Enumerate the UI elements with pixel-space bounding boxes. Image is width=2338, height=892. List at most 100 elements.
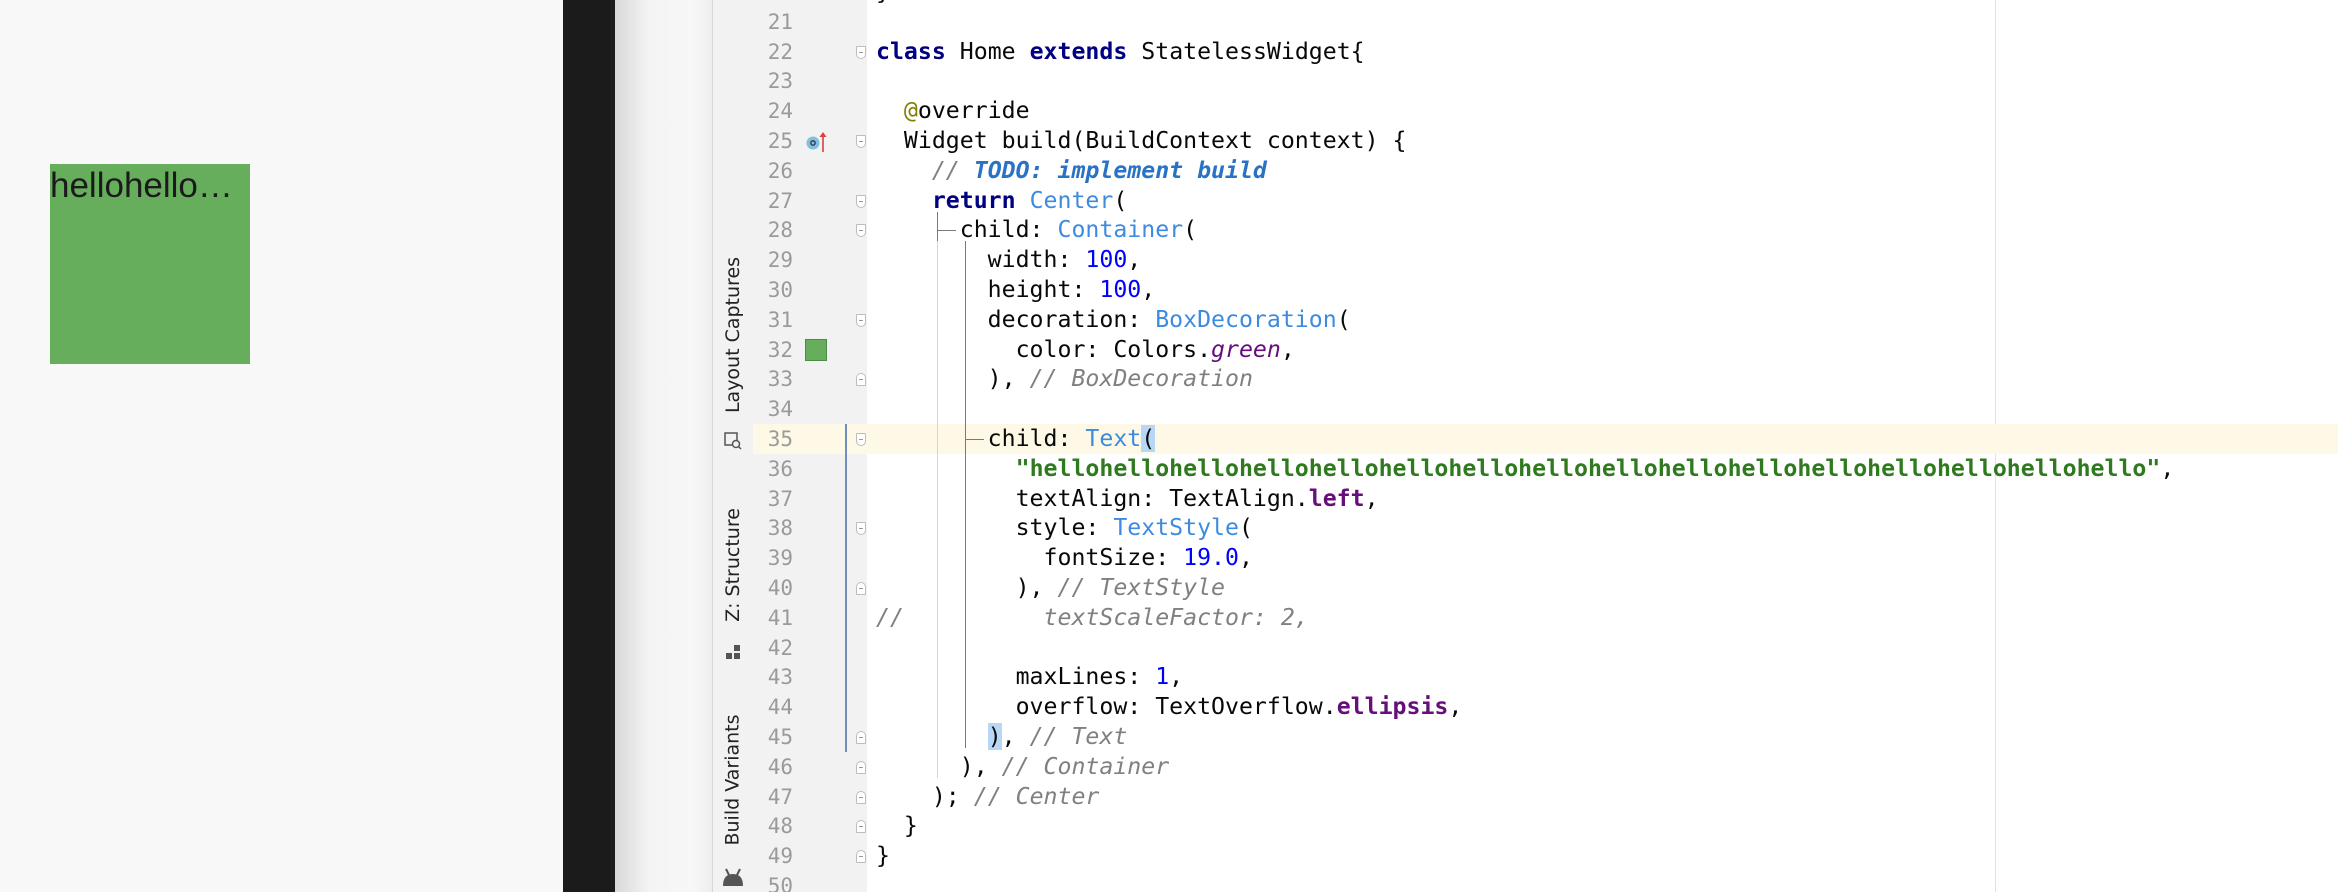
code-line[interactable]: 32 color: Colors.green, xyxy=(753,335,2338,365)
fold-open-icon[interactable] xyxy=(856,224,866,238)
code-line[interactable]: 40 ), // TextStyle xyxy=(753,573,2338,603)
fold-open-icon[interactable] xyxy=(856,135,866,148)
code-line[interactable]: 29 width: 100, xyxy=(753,245,2338,275)
code-token: decoration: xyxy=(876,305,1156,333)
fold-close-icon[interactable] xyxy=(856,731,866,744)
code-line[interactable]: 44 overflow: TextOverflow.ellipsis, xyxy=(753,692,2338,722)
line-number: 36 xyxy=(767,456,793,481)
code-token: textAlign: TextAlign. xyxy=(876,484,1309,512)
code-line[interactable]: 27 return Center( xyxy=(753,186,2338,216)
fold-close-icon[interactable] xyxy=(856,850,866,864)
line-number: 24 xyxy=(767,99,793,124)
line-number: 33 xyxy=(767,367,793,392)
code-text: ), // Text xyxy=(876,722,1127,752)
layout-captures-icon xyxy=(715,428,751,454)
code-text: // textScaleFactor: 2, xyxy=(876,603,1309,633)
code-line[interactable]: 33 ), // BoxDecoration xyxy=(753,364,2338,394)
fold-open-icon[interactable] xyxy=(856,194,866,208)
code-line[interactable]: 50 xyxy=(753,871,2338,892)
tool-tab-build-variants[interactable]: Build Variants xyxy=(715,705,751,855)
code-token: TODO: implement build xyxy=(973,156,1267,184)
fold-close-icon[interactable] xyxy=(856,582,866,595)
fold-open-icon[interactable] xyxy=(856,313,866,327)
line-number: 31 xyxy=(767,307,793,332)
code-line[interactable]: 30 height: 100, xyxy=(753,275,2338,305)
code-token: } xyxy=(876,842,890,870)
code-line[interactable]: 49} xyxy=(753,841,2338,871)
code-token: , xyxy=(1001,723,1030,750)
tool-tab-layout-captures[interactable]: Layout Captures xyxy=(715,240,751,430)
code-text: return Center( xyxy=(876,186,1127,216)
code-token: ), xyxy=(876,752,1002,780)
line-number: 47 xyxy=(767,784,793,809)
line-number: 34 xyxy=(767,397,793,422)
color-swatch-icon[interactable] xyxy=(805,338,827,361)
code-editor[interactable]: 20}2122class Home extends StatelessWidge… xyxy=(753,0,2338,892)
code-line[interactable]: 28 child: Container( xyxy=(753,215,2338,245)
code-token: , xyxy=(1280,335,1295,363)
code-token: ); xyxy=(876,782,974,810)
code-line[interactable]: 25 Widget build(BuildContext context) { xyxy=(753,126,2338,156)
code-line[interactable]: 26 // TODO: implement build xyxy=(753,156,2338,186)
code-line[interactable]: 36 "hellohellohellohellohellohellohelloh… xyxy=(753,454,2338,484)
fold-close-icon[interactable] xyxy=(856,790,866,804)
override-method-icon[interactable] xyxy=(805,130,831,158)
code-line[interactable]: 31 decoration: BoxDecoration( xyxy=(753,305,2338,335)
fold-close-icon[interactable] xyxy=(856,373,866,387)
window-divider xyxy=(563,0,615,892)
line-number: 22 xyxy=(767,39,793,64)
code-text: height: 100, xyxy=(876,275,1156,305)
code-token: // textScaleFactor: 2, xyxy=(876,603,1309,631)
code-line[interactable]: 34 xyxy=(753,394,2338,424)
code-line[interactable]: 45 ), // Text xyxy=(753,722,2338,752)
code-token: // xyxy=(876,156,974,184)
code-line[interactable]: 35 child: Text( xyxy=(753,424,2338,454)
code-text: child: Text( xyxy=(876,424,1156,454)
code-token: left xyxy=(1308,484,1365,512)
code-text: ); // Center xyxy=(876,782,1100,812)
code-token: , xyxy=(1238,544,1253,572)
code-token: , xyxy=(1169,663,1184,691)
code-token: style: xyxy=(876,514,1114,542)
fold-open-icon[interactable] xyxy=(856,45,866,59)
tool-tab-structure[interactable]: Z: Structure xyxy=(715,495,751,635)
fold-open-icon[interactable] xyxy=(856,522,866,536)
code-line[interactable]: 22 class Home extends StatelessWidget{ xyxy=(753,37,2338,67)
line-number: 32 xyxy=(767,337,793,362)
code-line[interactable]: 42 xyxy=(753,633,2338,663)
code-token: width: xyxy=(876,246,1086,274)
tool-tab-label: Layout Captures xyxy=(722,256,745,414)
code-line[interactable]: 23 xyxy=(753,66,2338,96)
code-token: ( xyxy=(1141,425,1156,452)
code-token: , xyxy=(1141,276,1156,303)
code-line[interactable]: 39 fontSize: 19.0, xyxy=(753,543,2338,573)
code-line[interactable]: 46 ), // Container xyxy=(753,752,2338,782)
code-text: @override xyxy=(876,96,1030,126)
fold-close-icon[interactable] xyxy=(856,760,866,774)
code-text: textAlign: TextAlign.left, xyxy=(876,484,1379,514)
indent-guide-active xyxy=(965,241,967,748)
code-line[interactable]: 47 ); // Center xyxy=(753,782,2338,812)
line-number: 37 xyxy=(767,486,793,511)
fold-open-icon[interactable] xyxy=(856,433,866,446)
fold-close-icon[interactable] xyxy=(856,820,866,834)
code-token: 100 xyxy=(1099,276,1142,303)
code-token: } xyxy=(876,0,890,5)
green-container: hellohello… xyxy=(50,164,250,364)
code-token: } xyxy=(876,812,918,840)
code-line[interactable]: 24 @override xyxy=(753,96,2338,126)
code-token: , xyxy=(2160,454,2175,482)
line-number: 28 xyxy=(767,218,793,243)
code-text: child: Container( xyxy=(876,215,1197,245)
code-line[interactable]: 43 maxLines: 1, xyxy=(753,662,2338,692)
code-line[interactable]: 21 xyxy=(753,7,2338,37)
ellipsized-text: hellohello… xyxy=(50,166,233,205)
code-line[interactable]: 37 textAlign: TextAlign.left, xyxy=(753,484,2338,514)
window-shadow xyxy=(615,0,712,892)
code-line[interactable]: 38 style: TextStyle( xyxy=(753,513,2338,543)
code-line[interactable]: 41 // textScaleFactor: 2, xyxy=(753,603,2338,633)
code-line[interactable]: 48 } xyxy=(753,811,2338,841)
